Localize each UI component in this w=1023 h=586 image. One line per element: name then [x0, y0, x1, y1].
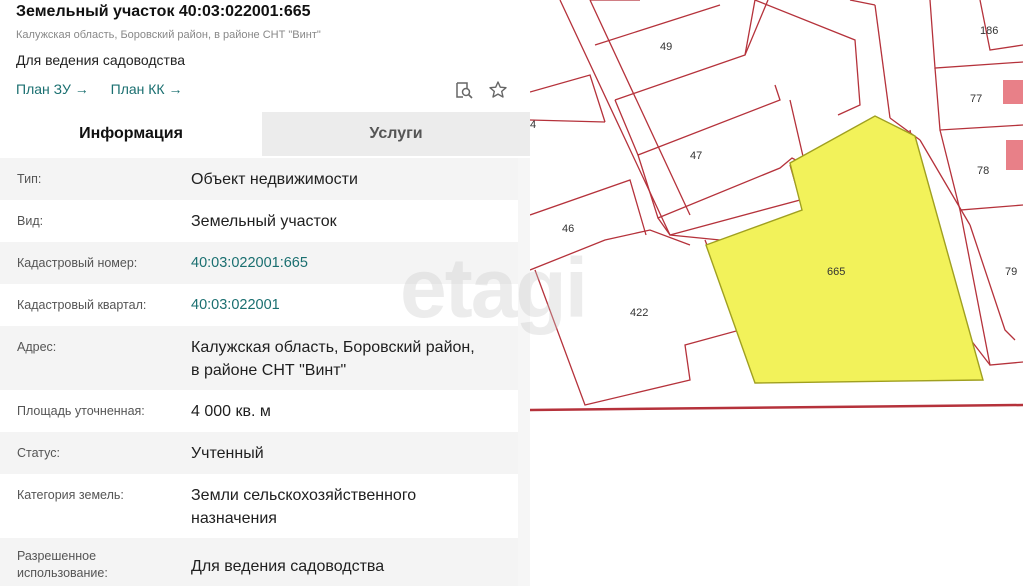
land-category-line-2: назначения: [191, 510, 277, 527]
toolbar-icons: [454, 80, 508, 100]
row-value-permitted-use: Для ведения садоводства: [191, 558, 385, 575]
row-value-area: 4 000 кв. м: [191, 403, 271, 420]
parcel-label-78: 78: [977, 165, 989, 177]
table-row: Тип: Объект недвижимости: [0, 158, 518, 200]
table-row: Вид: Земельный участок: [0, 200, 518, 242]
building-mark: [1003, 80, 1023, 104]
row-value-status: Учтенный: [191, 445, 264, 462]
permitted-use-label-line-1: Разрешенное: [17, 549, 97, 563]
plan-kk-label: План КК: [110, 81, 165, 97]
parcel-label-422: 422: [630, 307, 648, 319]
row-value-kind: Земельный участок: [191, 213, 337, 230]
table-row: Кадастровый квартал: 40:03:022001: [0, 284, 518, 326]
building-mark: [1006, 140, 1023, 170]
parcel-label-47: 47: [690, 150, 702, 162]
table-row: Площадь уточненная: 4 000 кв. м: [0, 390, 518, 432]
scrollbar[interactable]: [518, 158, 530, 586]
arrow-right-icon: →: [168, 81, 183, 97]
plan-kk-link[interactable]: План КК →: [111, 81, 183, 97]
cadastral-quarter-link[interactable]: 40:03:022001: [191, 294, 280, 317]
table-row: Статус: Учтенный: [0, 432, 518, 474]
cadastral-map[interactable]: 186 49 77 47 78 46 665 79 422 4: [530, 0, 1023, 586]
tab-services[interactable]: Услуги: [262, 112, 530, 156]
arrow-right-icon: →: [74, 81, 89, 97]
row-label-cadastral-number: Кадастровый номер:: [17, 256, 138, 270]
map-canvas: 186 49 77 47 78 46 665 79 422 4: [530, 0, 1023, 412]
selected-parcel-665[interactable]: [705, 115, 984, 384]
parcel-label-46: 46: [562, 223, 574, 235]
plan-links: План ЗУ → План КК →: [16, 81, 200, 97]
row-label-status: Статус:: [17, 446, 60, 460]
row-label-address: Адрес:: [17, 340, 57, 354]
land-category-line-1: Земли сельскохозяйственного: [191, 487, 417, 504]
row-value-land-category: Земли сельскохозяйственного назначения: [191, 484, 416, 530]
parcel-label-49: 49: [660, 41, 672, 53]
address-line-1: Калужская область, Боровский район,: [191, 339, 475, 356]
row-label-cadastral-quarter: Кадастровый квартал:: [17, 298, 147, 312]
plan-zu-label: План ЗУ: [16, 81, 71, 97]
table-row: Кадастровый номер: 40:03:022001:665: [0, 242, 518, 284]
cadastral-number-link[interactable]: 40:03:022001:665: [191, 252, 308, 275]
row-label-land-category: Категория земель:: [17, 488, 124, 502]
properties-table: Тип: Объект недвижимости Вид: Земельный …: [0, 158, 518, 586]
purpose-text: Для ведения садоводства: [16, 52, 186, 68]
parcel-label-77: 77: [970, 93, 982, 105]
plan-zu-link[interactable]: План ЗУ →: [16, 81, 89, 97]
map-search-icon[interactable]: [454, 80, 474, 100]
row-label-type: Тип:: [17, 172, 42, 186]
table-row: Адрес: Калужская область, Боровский райо…: [0, 326, 518, 390]
tab-information[interactable]: Информация: [0, 112, 262, 156]
row-label-kind: Вид:: [17, 214, 44, 228]
parcel-label-665: 665: [827, 266, 845, 278]
info-panel: Земельный участок 40:03:022001:665 Калуж…: [0, 0, 530, 586]
row-value-type: Объект недвижимости: [191, 171, 358, 188]
page-title: Земельный участок 40:03:022001:665: [16, 3, 311, 20]
row-label-permitted-use: Разрешенное использование:: [17, 548, 108, 582]
address-line-2: в районе СНТ "Винт": [191, 362, 347, 379]
table-row: Категория земель: Земли сельскохозяйстве…: [0, 474, 518, 538]
parcel-label-79: 79: [1005, 266, 1017, 278]
tabs: Информация Услуги: [0, 112, 530, 156]
row-label-area: Площадь уточненная:: [17, 404, 145, 418]
table-row: Разрешенное использование: Для ведения с…: [0, 538, 518, 586]
star-icon[interactable]: [488, 80, 508, 100]
parcel-label-186: 186: [980, 25, 998, 37]
parcel-label-4: 4: [530, 119, 536, 131]
row-value-address: Калужская область, Боровский район, в ра…: [191, 336, 475, 382]
address-subtitle: Калужская область, Боровский район, в ра…: [16, 29, 321, 41]
permitted-use-label-line-2: использование:: [17, 566, 108, 580]
